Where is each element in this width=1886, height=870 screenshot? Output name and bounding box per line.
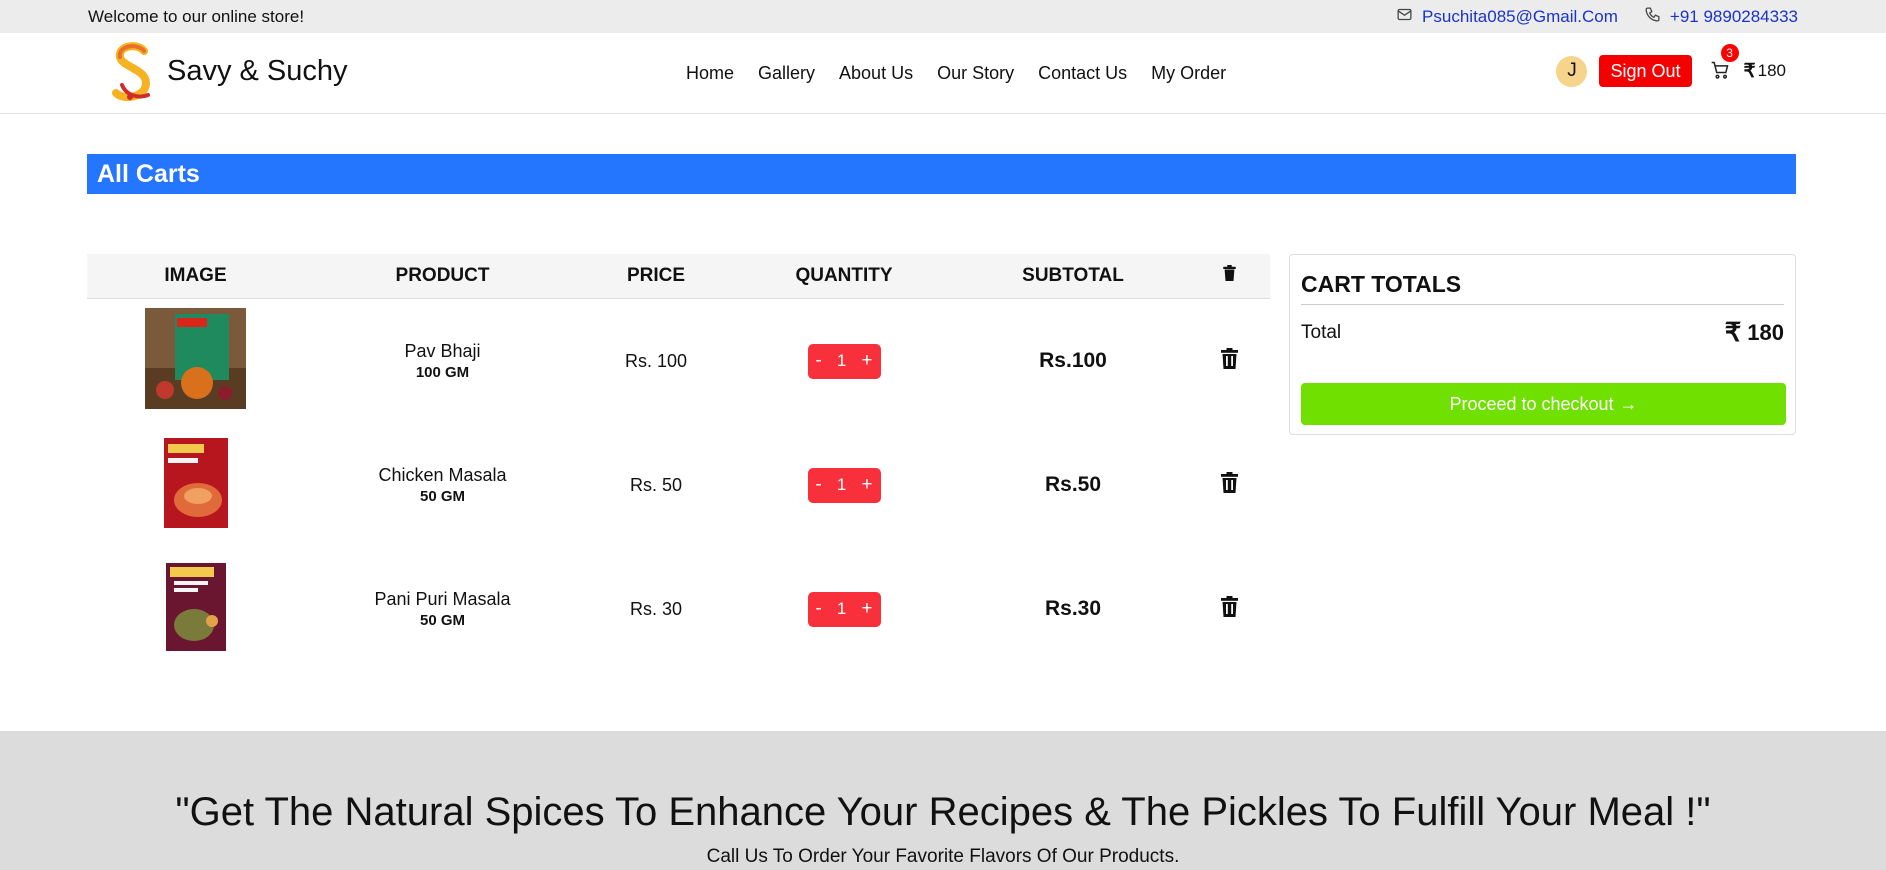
cart-totals-title: CART TOTALS [1301, 271, 1784, 305]
quantity-value: 1 [836, 599, 847, 618]
header-actions: J Sign Out 3 ₹ 180 [1556, 44, 1786, 87]
increase-button[interactable]: + [861, 474, 872, 496]
user-avatar[interactable]: J [1556, 55, 1588, 87]
header-cart-total: ₹ 180 [1744, 60, 1786, 83]
product-price: Rs. 30 [629, 598, 683, 619]
arrow-right-icon: → [1619, 393, 1638, 414]
phone-icon [1644, 6, 1661, 28]
trash-icon [1221, 348, 1238, 373]
decrease-button[interactable]: - [816, 474, 822, 496]
total-label: Total [1301, 321, 1342, 343]
product-weight: 50 GM [419, 612, 465, 629]
cart-icon [1710, 61, 1730, 84]
product-subtotal: Rs.100 [1039, 349, 1107, 372]
nav-home[interactable]: Home [686, 63, 734, 84]
total-row: Total ₹ 180 [1301, 317, 1784, 348]
product-subtotal: Rs.30 [1044, 597, 1102, 620]
footer: "Get The Natural Spices To Enhance Your … [0, 731, 1886, 870]
cart-totals-panel: CART TOTALS Total ₹ 180 Proceed to check… [1289, 254, 1796, 435]
table-row: Chicken Masala 50 GM Rs. 50 - 1 + Rs.50 [87, 423, 1270, 547]
email-link[interactable]: Psuchita085@Gmail.Com [1396, 6, 1618, 28]
product-weight: 50 GM [419, 488, 465, 505]
remove-item-button[interactable] [1189, 472, 1270, 498]
top-bar: Welcome to our online store! Psuchita085… [0, 0, 1886, 33]
nav-about-us[interactable]: About Us [839, 63, 913, 84]
increase-button[interactable]: + [861, 350, 872, 372]
header-quantity: QUANTITY [795, 265, 893, 286]
phone-link[interactable]: +91 9890284333 [1644, 6, 1798, 28]
total-value: 180 [1747, 319, 1784, 345]
header-cart-amount: 180 [1757, 61, 1786, 80]
brand-logo[interactable] [108, 41, 158, 105]
nav-gallery[interactable]: Gallery [758, 63, 815, 84]
welcome-text: Welcome to our online store! [88, 6, 305, 26]
trash-icon [1221, 472, 1238, 497]
product-price: Rs. 100 [624, 350, 688, 371]
increase-button[interactable]: + [861, 598, 872, 620]
remove-item-button[interactable] [1189, 348, 1270, 374]
table-row: Pani Puri Masala 50 GM Rs. 30 - 1 + Rs.3… [87, 547, 1270, 671]
product-weight: 100 GM [415, 364, 470, 381]
quantity-value: 1 [836, 351, 847, 370]
nav-our-story[interactable]: Our Story [937, 63, 1014, 84]
header-image: IMAGE [164, 265, 227, 286]
checkout-label: Proceed to checkout [1449, 393, 1614, 414]
page-title: All Carts [87, 154, 1796, 194]
product-name: Pani Puri Masala [374, 589, 511, 609]
cart-button[interactable]: 3 [1710, 44, 1739, 84]
sign-out-button[interactable]: Sign Out [1599, 55, 1692, 87]
contact-info: Psuchita085@Gmail.Com +91 9890284333 [1396, 6, 1798, 28]
decrease-button[interactable]: - [816, 598, 822, 620]
remove-item-button[interactable] [1189, 596, 1270, 622]
quantity-stepper: - 1 + [807, 343, 881, 379]
product-subtotal: Rs.50 [1044, 473, 1102, 496]
cart-table: IMAGE PRODUCT PRICE QUANTITY SUBTOTAL Pa… [87, 254, 1270, 671]
table-row: Pav Bhaji 100 GM Rs. 100 - 1 + Rs.100 [87, 299, 1270, 423]
footer-subquote: Call Us To Order Your Favorite Flavors O… [706, 846, 1180, 867]
phone-text[interactable]: +91 9890284333 [1670, 7, 1798, 27]
mail-icon [1396, 6, 1413, 28]
site-header: Savy & Suchy Home Gallery About Us Our S… [0, 33, 1886, 114]
decrease-button[interactable]: - [816, 350, 822, 372]
table-header: IMAGE PRODUCT PRICE QUANTITY SUBTOTAL [87, 254, 1270, 299]
quantity-stepper: - 1 + [807, 591, 881, 627]
main-nav: Home Gallery About Us Our Story Contact … [686, 63, 1226, 84]
rupee-icon: ₹ [1724, 317, 1742, 347]
trash-icon [1189, 265, 1270, 287]
footer-quote: "Get The Natural Spices To Enhance Your … [175, 790, 1711, 834]
header-product: PRODUCT [395, 265, 490, 286]
total-amount: ₹ 180 [1725, 317, 1784, 348]
trash-icon [1221, 596, 1238, 621]
nav-contact-us[interactable]: Contact Us [1038, 63, 1127, 84]
product-image[interactable] [145, 308, 246, 414]
brand-name[interactable]: Savy & Suchy [167, 55, 348, 88]
product-image[interactable] [165, 562, 226, 656]
proceed-to-checkout-button[interactable]: Proceed to checkout → [1301, 383, 1786, 425]
header-subtotal: SUBTOTAL [1022, 265, 1124, 286]
product-image[interactable] [163, 437, 228, 533]
email-text[interactable]: Psuchita085@Gmail.Com [1422, 7, 1618, 27]
quantity-value: 1 [836, 475, 847, 494]
quantity-stepper: - 1 + [807, 467, 881, 503]
nav-my-order[interactable]: My Order [1151, 63, 1226, 84]
product-name: Chicken Masala [378, 465, 507, 485]
header-price: PRICE [626, 265, 686, 286]
cart-count-badge: 3 [1720, 44, 1739, 62]
product-name: Pav Bhaji [404, 341, 481, 361]
product-price: Rs. 50 [629, 474, 683, 495]
rupee-icon: ₹ [1743, 60, 1756, 82]
